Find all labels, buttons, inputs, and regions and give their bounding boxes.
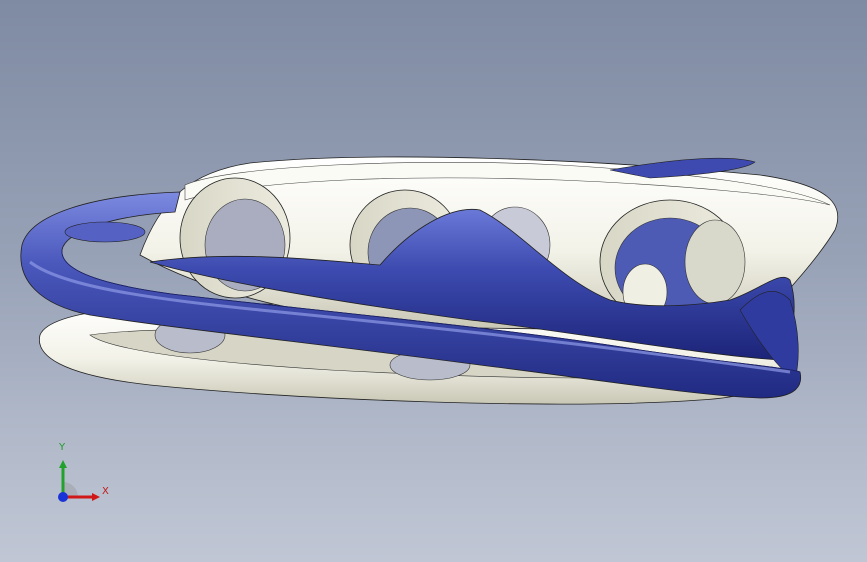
3d-model[interactable]	[0, 0, 867, 562]
blue-band-inner-lip	[64, 221, 146, 243]
graphics-viewport[interactable]: Y X	[0, 0, 867, 562]
triad-y-label: Y	[59, 442, 66, 453]
triad-x-label: X	[102, 486, 109, 497]
